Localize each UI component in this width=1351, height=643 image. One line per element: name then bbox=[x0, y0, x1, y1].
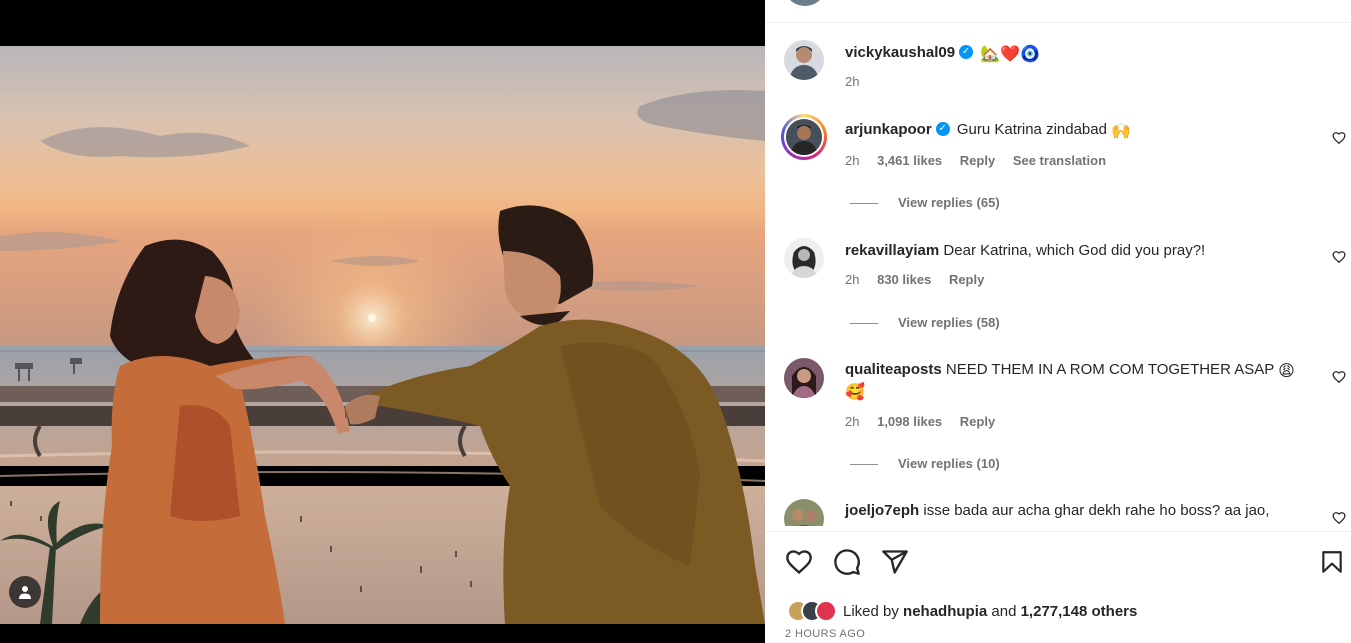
likes-prefix: Liked by bbox=[843, 602, 899, 620]
caption-meta: 2h bbox=[845, 74, 873, 89]
sunset-couple-image bbox=[0, 46, 765, 624]
comment-line: rekavillayiam Dear Katrina, which God di… bbox=[845, 241, 1205, 261]
reply-button[interactable]: Reply bbox=[960, 414, 995, 429]
commenter-avatar[interactable] bbox=[784, 499, 824, 526]
view-replies-button[interactable]: View replies (58) bbox=[850, 315, 1000, 330]
post-actions: Liked by nehadhupia and 1,277,148 others… bbox=[765, 531, 1351, 643]
view-replies-label: View replies (10) bbox=[898, 456, 1000, 471]
commenter-avatar[interactable] bbox=[784, 238, 824, 278]
like-icon[interactable] bbox=[785, 548, 813, 576]
view-replies-label: View replies (65) bbox=[898, 195, 1000, 210]
comment-like-icon[interactable] bbox=[1332, 511, 1346, 525]
save-icon[interactable] bbox=[1319, 548, 1345, 576]
commenter-avatar[interactable] bbox=[781, 114, 827, 160]
author-avatar-image bbox=[784, 40, 824, 80]
comment-likes[interactable]: 830 likes bbox=[877, 272, 931, 287]
comment-icon[interactable] bbox=[833, 548, 861, 576]
comments-list[interactable]: vickykaushal09 ✓ 🏡❤️🧿 2h arjunkapoor ✓ Gur… bbox=[765, 23, 1351, 526]
comment-meta: 2h 1,098 likes Reply bbox=[845, 414, 1009, 429]
comment-line: arjunkapoor ✓ Guru Katrina zindabad 🙌 bbox=[845, 120, 1131, 141]
likes-text: Liked by nehadhupia and 1,277,148 others bbox=[843, 603, 1137, 620]
comment-meta: 2h 3,461 likes Reply See translation bbox=[845, 153, 1120, 168]
replies-divider bbox=[850, 323, 878, 325]
comment-like-icon[interactable] bbox=[1332, 250, 1346, 264]
comment-text: Guru Katrina zindabad bbox=[956, 121, 1107, 138]
reply-button[interactable]: Reply bbox=[949, 272, 984, 287]
liker-avatar bbox=[815, 600, 837, 622]
caption-line: vickykaushal09 ✓ 🏡❤️🧿 bbox=[845, 43, 1040, 64]
tag-user-button[interactable] bbox=[9, 576, 41, 608]
reply-button[interactable]: Reply bbox=[960, 153, 995, 168]
comment-username[interactable]: joeljo7eph bbox=[845, 502, 919, 519]
comment-username[interactable]: rekavillayiam bbox=[845, 242, 939, 259]
comment-line: joeljo7eph isse bada aur acha ghar dekh … bbox=[845, 501, 1269, 521]
comment-text: NEED THEM IN A ROM COM TOGETHER ASAP bbox=[945, 361, 1274, 378]
replies-divider bbox=[850, 464, 878, 466]
comment-like-icon[interactable] bbox=[1332, 131, 1346, 145]
caption-time[interactable]: 2h bbox=[845, 74, 859, 89]
commenter-avatar-image bbox=[786, 119, 822, 155]
see-translation-link[interactable]: See translation bbox=[1013, 153, 1106, 168]
view-replies-label: View replies (58) bbox=[898, 315, 1000, 330]
likes-others[interactable]: 1,277,148 others bbox=[1021, 603, 1138, 620]
comment-time[interactable]: 2h bbox=[845, 414, 859, 429]
verified-icon: ✓ bbox=[935, 122, 950, 137]
comment-time[interactable]: 2h bbox=[845, 272, 859, 287]
likes-summary[interactable]: Liked by nehadhupia and 1,277,148 others bbox=[787, 598, 1137, 624]
view-replies-button[interactable]: View replies (65) bbox=[850, 195, 1000, 210]
comment-text: isse bada aur acha ghar dekh rahe ho bos… bbox=[923, 502, 1270, 519]
commenter-avatar-image bbox=[784, 238, 824, 278]
post-sidebar: vickykaushal09 ✓ 🏡❤️🧿 2h arjunkapoor ✓ Gur… bbox=[765, 0, 1351, 643]
commenter-avatar[interactable] bbox=[784, 358, 824, 398]
share-icon[interactable] bbox=[881, 548, 909, 576]
comment-likes[interactable]: 3,461 likes bbox=[877, 153, 942, 168]
post-photo[interactable] bbox=[0, 46, 765, 624]
replies-divider bbox=[850, 203, 878, 205]
likes-user[interactable]: nehadhupia bbox=[903, 603, 987, 620]
comment-text: Dear Katrina, which God did you pray?! bbox=[943, 242, 1206, 259]
comment-username[interactable]: arjunkapoor bbox=[845, 121, 932, 138]
author-avatar[interactable] bbox=[784, 40, 824, 80]
comment-emoji: 🙌 bbox=[1111, 121, 1132, 140]
tag-user-icon bbox=[19, 586, 31, 599]
post-timestamp[interactable]: 2 HOURS AGO bbox=[785, 628, 865, 640]
comment-time[interactable]: 2h bbox=[845, 153, 859, 168]
comment-meta: 2h 830 likes Reply bbox=[845, 272, 998, 287]
comment-line: qualiteaposts NEED THEM IN A ROM COM TOG… bbox=[845, 360, 1305, 402]
verified-icon: ✓ bbox=[959, 45, 974, 60]
caption-author[interactable]: vickykaushal09 bbox=[845, 44, 955, 61]
comment-like-icon[interactable] bbox=[1332, 370, 1346, 384]
view-replies-button[interactable]: View replies (10) bbox=[850, 456, 1000, 471]
likes-connector: and bbox=[991, 602, 1017, 620]
header-avatar[interactable] bbox=[787, 0, 823, 6]
post-media[interactable] bbox=[0, 0, 765, 643]
caption-text: 🏡❤️🧿 bbox=[980, 44, 1041, 63]
comment-username[interactable]: qualiteaposts bbox=[845, 361, 942, 378]
post-header-stub bbox=[765, 0, 1351, 23]
commenter-avatar-image bbox=[784, 358, 824, 398]
comment-likes[interactable]: 1,098 likes bbox=[877, 414, 942, 429]
commenter-avatar-image bbox=[784, 499, 824, 526]
